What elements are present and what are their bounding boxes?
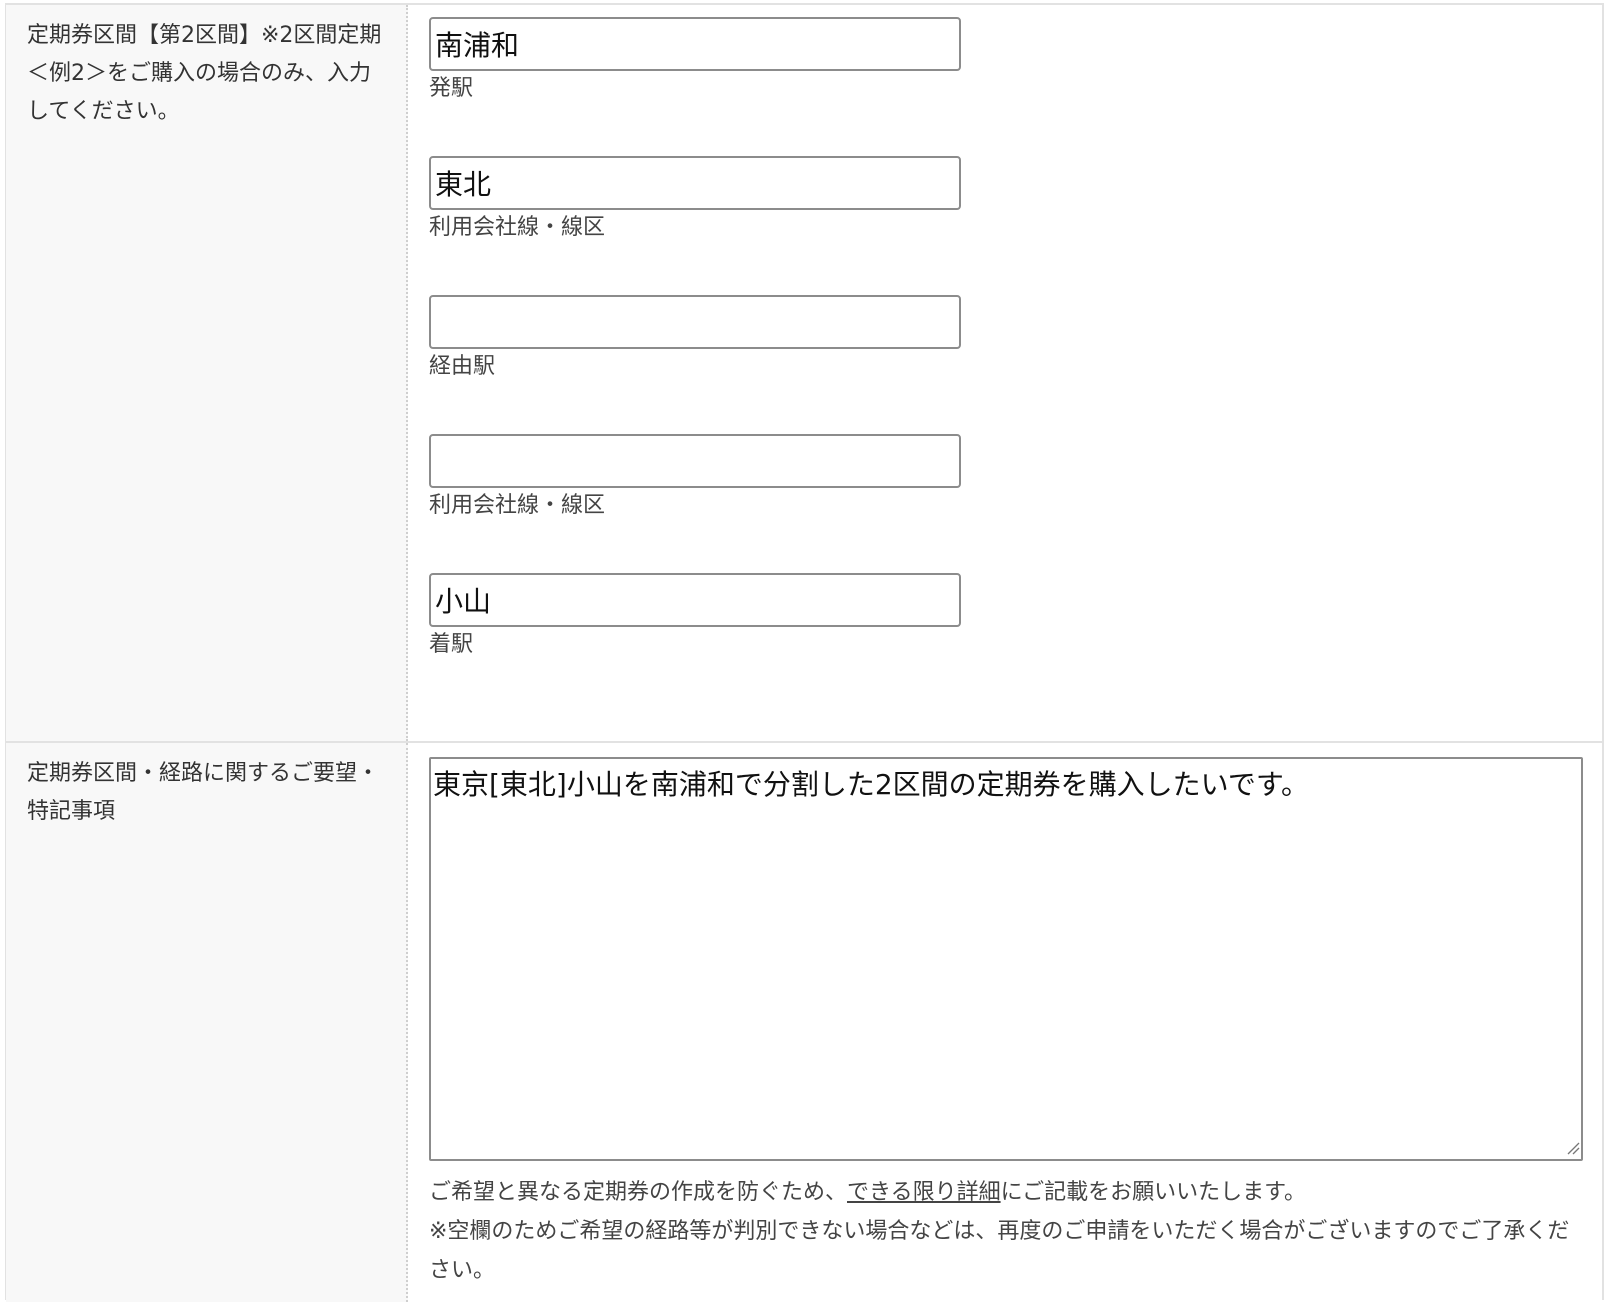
line-caption-2: 利用会社線・線区 [429, 493, 606, 518]
via-station-caption: 経由駅 [429, 354, 496, 379]
arrival-station-input[interactable] [429, 573, 961, 627]
row-label-remarks: 定期券区間・経路に関するご要望・特記事項 [6, 743, 408, 1302]
resize-grip-icon[interactable] [1566, 1141, 1580, 1155]
departure-station-caption: 発駅 [429, 76, 474, 101]
form-row-second-section: 定期券区間【第2区間】※2区間定期＜例2＞をご購入の場合のみ、入力してください。… [6, 5, 1602, 743]
line-input-2[interactable] [429, 434, 961, 488]
note-suffix: にご記載をお願いいたします。 [1000, 1180, 1306, 1205]
departure-station-input[interactable] [429, 17, 961, 71]
row-label-second-section: 定期券区間【第2区間】※2区間定期＜例2＞をご購入の場合のみ、入力してください。 [6, 5, 408, 741]
remarks-note: ご希望と異なる定期券の作成を防ぐため、できる限り詳細にご記載をお願いいたします。… [429, 1173, 1589, 1290]
details-link[interactable]: できる限り詳細 [847, 1180, 1001, 1205]
line-input-1[interactable] [429, 156, 961, 210]
note-prefix: ご希望と異なる定期券の作成を防ぐため、 [429, 1180, 848, 1205]
via-station-input[interactable] [429, 295, 961, 349]
note-line-1: ご希望と異なる定期券の作成を防ぐため、できる限り詳細にご記載をお願いいたします。 [429, 1173, 1589, 1212]
row-fields-second-section: 発駅 利用会社線・線区 経由駅 利用会社線・線区 着駅 [409, 5, 1602, 741]
note-line-2: ※空欄のためご希望の経路等が判別できない場合などは、再度のご申請をいただく場合が… [429, 1219, 1570, 1283]
arrival-station-caption: 着駅 [429, 632, 474, 657]
line-caption-1: 利用会社線・線区 [429, 215, 606, 240]
row-fields-remarks: 東京[東北]小山を南浦和で分割した2区間の定期券を購入したいです。 ご希望と異な… [409, 743, 1602, 1302]
form-row-remarks: 定期券区間・経路に関するご要望・特記事項 東京[東北]小山を南浦和で分割した2区… [6, 743, 1602, 1302]
form-table: 定期券区間【第2区間】※2区間定期＜例2＞をご購入の場合のみ、入力してください。… [5, 3, 1604, 1302]
remarks-textarea[interactable]: 東京[東北]小山を南浦和で分割した2区間の定期券を購入したいです。 [429, 757, 1583, 1161]
